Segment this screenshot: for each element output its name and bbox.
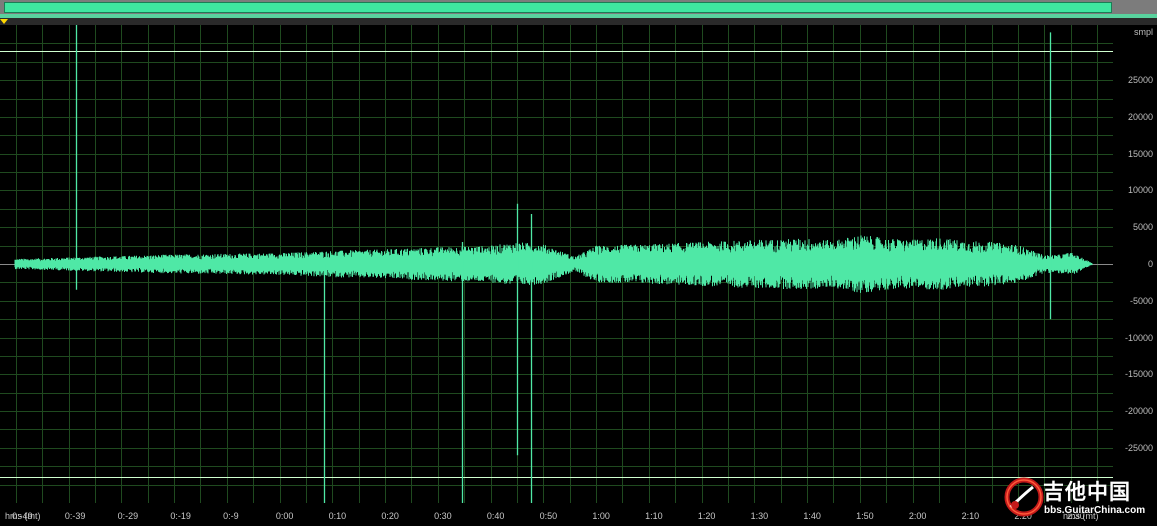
time-ruler-label: 1:20	[697, 511, 716, 521]
vertical-ruler-label: 0	[1147, 259, 1153, 269]
vertical-ruler-label: 5000	[1132, 222, 1153, 233]
vertical-ruler-label: -25000	[1124, 442, 1153, 453]
watermark-title: 吉他中国	[1043, 480, 1131, 504]
time-ruler-label: 0:20	[381, 511, 399, 521]
vertical-ruler-unit: smpl	[1133, 27, 1153, 37]
waveform-panel[interactable]	[0, 25, 1113, 503]
time-ruler-label: 0:-49	[12, 511, 33, 521]
vertical-ruler-label: 25000	[1127, 75, 1153, 86]
time-ruler-label: 0:00	[275, 511, 294, 521]
time-ruler-label: 1:30	[750, 511, 769, 521]
time-ruler-label: 0:30	[434, 511, 452, 521]
time-ruler-label: 2:00	[908, 511, 927, 521]
waveform-layer	[14, 25, 1093, 503]
time-ruler-label: 1:00	[592, 511, 610, 521]
vertical-ruler-label: 10000	[1127, 185, 1153, 196]
overview-visible-range[interactable]	[4, 2, 1112, 13]
time-ruler-label: 0:-9	[223, 511, 239, 521]
time-ruler-label: 0:40	[486, 511, 505, 521]
waveform-envelope	[14, 235, 1093, 293]
time-ruler-label: 0:-39	[64, 511, 86, 521]
time-ruler-label: 0:10	[328, 511, 347, 521]
vertical-ruler-label: 20000	[1127, 111, 1153, 122]
vertical-ruler: smpl 25000 20000 15000 10000 5000 0 -5000 -1000…	[1113, 25, 1157, 503]
time-ruler-label: 1:40	[803, 511, 821, 521]
overview-strip	[0, 14, 1157, 18]
time-ruler-label: 1:50	[856, 511, 874, 521]
guitar-logo-icon	[1004, 477, 1044, 517]
vertical-ruler-label: -20000	[1124, 406, 1153, 417]
vertical-ruler-label: -15000	[1124, 369, 1153, 380]
vertical-ruler-label: 15000	[1127, 148, 1153, 159]
playhead-marker-icon[interactable]	[0, 19, 8, 24]
time-ruler[interactable]: hms (mt) 0:-49 0:-39 0:-29 0:-19 0:-9 0:00 0:1…	[0, 503, 1157, 526]
time-ruler-label: 0:50	[539, 511, 558, 521]
watermark-logo: 吉他中国 bbs.GuitarChina.com	[1003, 475, 1153, 523]
time-ruler-label: 0:-29	[117, 511, 139, 521]
time-ruler-label: 2:10	[961, 511, 980, 521]
time-ruler-label: 0:-19	[170, 511, 191, 521]
time-ruler-label: 1:10	[645, 511, 663, 521]
overview-bar-track[interactable]	[0, 0, 1157, 18]
watermark-url: bbs.GuitarChina.com	[1044, 505, 1146, 516]
vertical-ruler-label: -10000	[1124, 332, 1153, 343]
vertical-ruler-label: -5000	[1129, 295, 1153, 306]
waveform-chart[interactable]	[0, 25, 1113, 503]
